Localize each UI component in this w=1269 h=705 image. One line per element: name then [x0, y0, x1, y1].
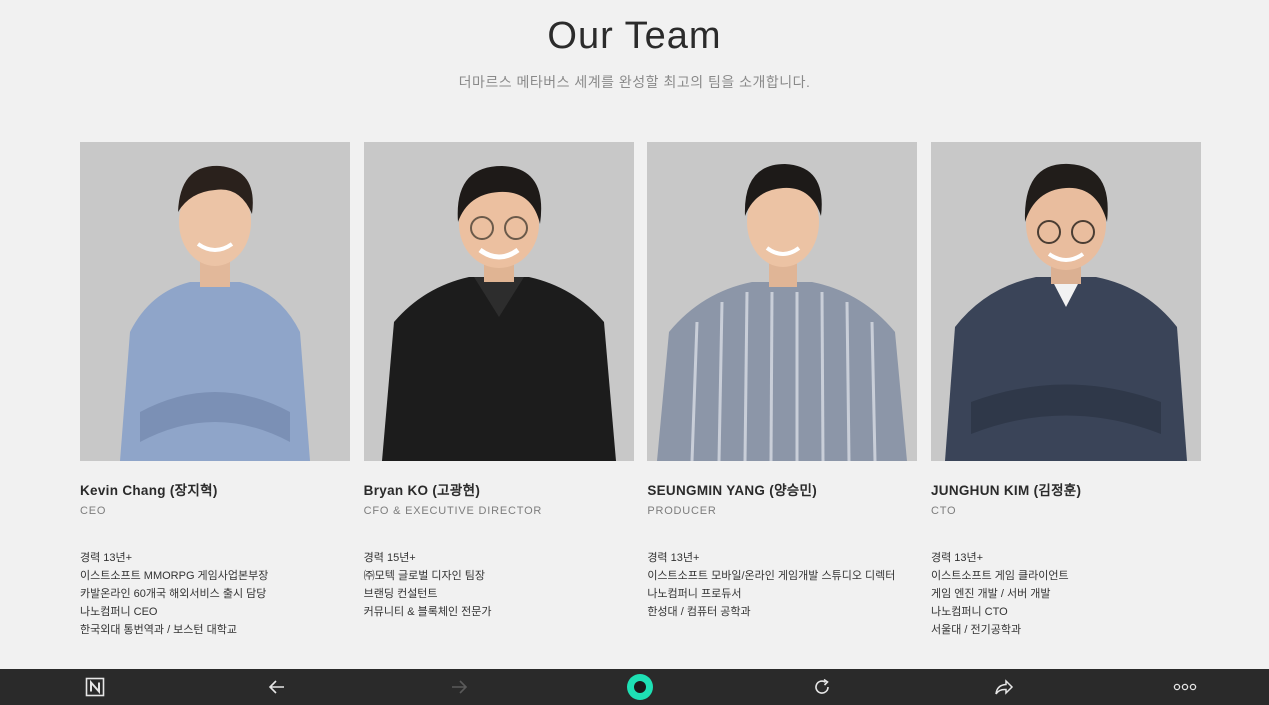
bio-line: 경력 13년+ [80, 552, 133, 564]
person-portrait-icon [80, 142, 350, 461]
member-name: Bryan KO (고광현) [363, 483, 481, 498]
page-subtitle: 더마르스 메타버스 세계를 완성할 최고의 팀을 소개합니다. [458, 74, 811, 90]
team-member-card: Kevin Chang (장지혁) CEO 경력 13년+ 이스트소프트 MMO… [80, 142, 350, 650]
bio-line: 커뮤니티 & 블록체인 전문가 [363, 606, 492, 618]
team-member-card: SEUNGMIN YANG (양승민) PRODUCER 경력 13년+ 이스트… [647, 142, 918, 650]
person-portrait-icon [363, 142, 634, 461]
back-arrow-icon[interactable] [259, 669, 295, 705]
team-member-card: JUNGHUN KIM (김정훈) CTO 경력 13년+ 이스트소프트 게임 … [930, 142, 1201, 650]
refresh-icon[interactable] [804, 669, 840, 705]
share-icon[interactable] [986, 669, 1022, 705]
bio-line: 경력 15년+ [363, 552, 416, 564]
header: Our Team 더마르스 메타버스 세계를 완성할 최고의 팀을 소개합니다. [0, 0, 1269, 92]
member-photo [80, 142, 350, 461]
bio-line: 게임 엔진 개발 / 서버 개발 [930, 588, 1051, 600]
member-role: PRODUCER [647, 505, 717, 517]
home-circle-icon[interactable] [622, 669, 658, 705]
bio-line: 한성대 / 컴퓨터 공학과 [647, 606, 751, 618]
team-page: Our Team 더마르스 메타버스 세계를 완성할 최고의 팀을 소개합니다.… [0, 0, 1269, 705]
bio-line: 이스트소프트 MMORPG 게임사업본부장 [80, 570, 269, 582]
member-bio: 경력 13년+ 이스트소프트 모바일/온라인 게임개발 스튜디오 디렉터 나노컴… [647, 549, 917, 621]
page-title: Our Team [547, 15, 722, 57]
member-bio: 경력 13년+ 이스트소프트 MMORPG 게임사업본부장 카발온라인 60개국… [80, 549, 350, 639]
bio-line: 한국외대 통번역과 / 보스턴 대학교 [80, 624, 237, 636]
bio-line: 경력 13년+ [930, 552, 984, 564]
bio-line: 나노컴퍼니 CTO [930, 606, 1008, 618]
member-photo [647, 142, 918, 461]
bio-line: 이스트소프트 모바일/온라인 게임개발 스튜디오 디렉터 [647, 570, 896, 582]
member-bio: 경력 13년+ 이스트소프트 게임 클라이언트 게임 엔진 개발 / 서버 개발… [931, 549, 1201, 639]
forward-arrow-icon[interactable] [441, 669, 477, 705]
person-portrait-icon [647, 142, 918, 461]
member-name: Kevin Chang (장지혁) [80, 483, 218, 498]
bio-line: ㈜모텍 글로벌 디자인 팀장 [363, 570, 486, 582]
member-photo [930, 142, 1201, 461]
n-logo-icon[interactable] [77, 669, 113, 705]
bio-line: 나노컴퍼니 프로듀서 [647, 588, 742, 600]
member-role: CTO [930, 505, 957, 517]
member-bio: 경력 15년+ ㈜모텍 글로벌 디자인 팀장 브랜딩 컨설턴트 커뮤니티 & 블… [364, 549, 634, 621]
bio-line: 경력 13년+ [647, 552, 700, 564]
member-role: CFO & EXECUTIVE DIRECTOR [363, 505, 543, 517]
more-icon[interactable] [1167, 669, 1203, 705]
member-photo [363, 142, 634, 461]
team-grid: Kevin Chang (장지혁) CEO 경력 13년+ 이스트소프트 MMO… [80, 142, 1201, 650]
bio-line: 이스트소프트 게임 클라이언트 [930, 570, 1069, 582]
bio-line: 카발온라인 60개국 해외서비스 출시 담당 [80, 588, 267, 600]
person-portrait-icon [930, 142, 1201, 461]
bio-line: 서울대 / 전기공학과 [930, 624, 1022, 636]
member-name: SEUNGMIN YANG (양승민) [647, 483, 818, 498]
bio-line: 나노컴퍼니 CEO [80, 606, 158, 618]
member-role: CEO [80, 505, 107, 517]
browser-toolbar [0, 669, 1269, 705]
member-name: JUNGHUN KIM (김정훈) [930, 483, 1082, 498]
bio-line: 브랜딩 컨설턴트 [363, 588, 438, 600]
team-member-card: Bryan KO (고광현) CFO & EXECUTIVE DIRECTOR … [363, 142, 634, 650]
